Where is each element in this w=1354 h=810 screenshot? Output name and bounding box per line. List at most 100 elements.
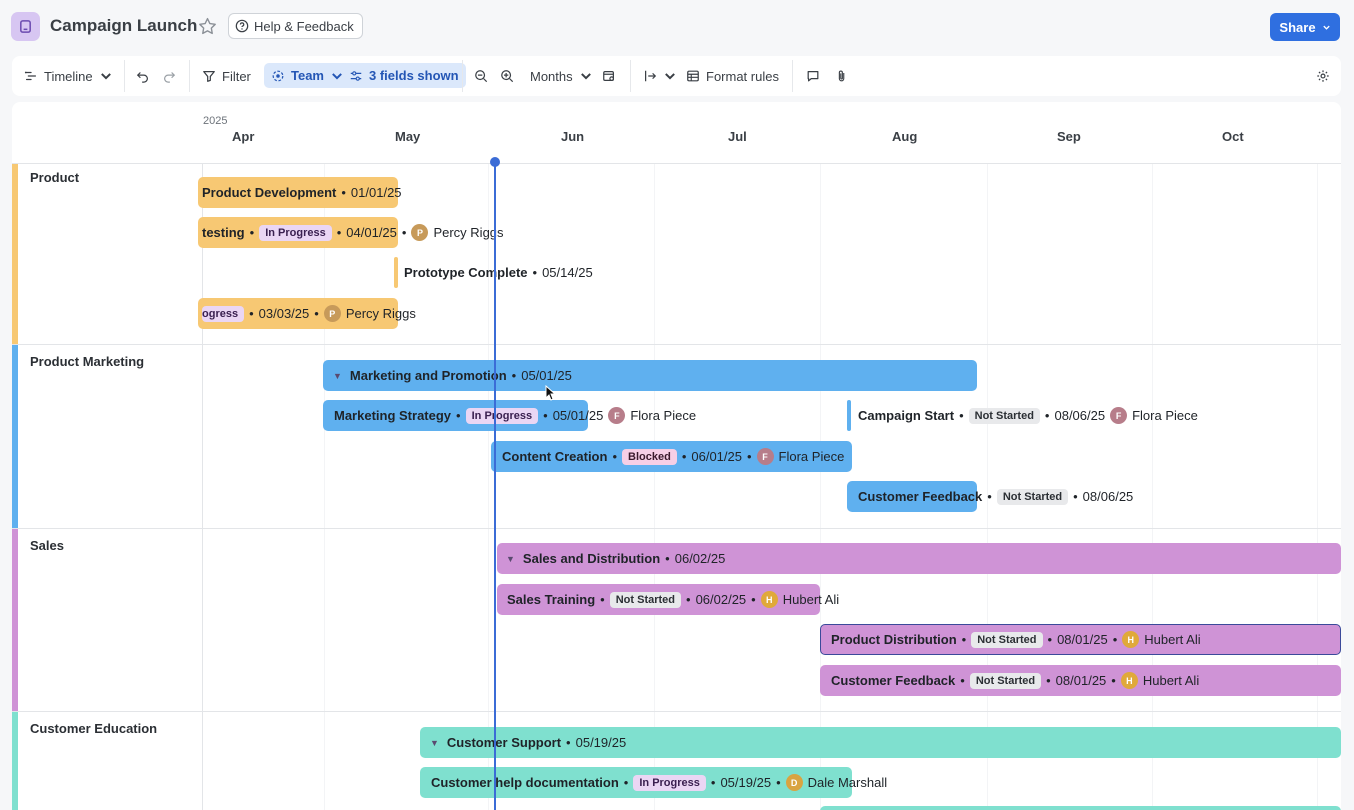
bullet: • xyxy=(959,408,964,423)
timeline-panel: 2025 Apr May Jun Jul Aug Sep Oct Product… xyxy=(12,102,1341,810)
share-button[interactable]: Share xyxy=(1270,13,1340,41)
group-by-button[interactable]: Team xyxy=(264,63,351,88)
grid-line xyxy=(1317,163,1318,810)
bullet: • xyxy=(665,551,670,566)
toolbar: Timeline Filter Team 3 fields shown Mont… xyxy=(12,56,1341,96)
divider xyxy=(189,60,190,92)
comments-button[interactable] xyxy=(806,56,820,96)
format-rules-button[interactable]: Format rules xyxy=(686,56,779,96)
collapse-caret-icon[interactable]: ▼ xyxy=(333,371,342,381)
milestone-bar[interactable] xyxy=(847,400,851,431)
arrow-right-bar-icon xyxy=(645,70,657,82)
bullet: • xyxy=(961,632,967,647)
bullet: • xyxy=(681,449,687,464)
task-date: 06/01/25 xyxy=(691,449,742,464)
dependencies-button[interactable] xyxy=(643,56,677,96)
group-color-bar xyxy=(12,712,18,810)
zoom-in-button[interactable] xyxy=(500,56,514,96)
page-title: Campaign Launch xyxy=(50,16,198,35)
task-date: 08/01/25 xyxy=(1057,632,1108,647)
redo-button[interactable] xyxy=(162,56,176,96)
avatar: D xyxy=(785,774,803,791)
filter-button[interactable]: Filter xyxy=(202,56,251,96)
label-column-divider xyxy=(202,163,203,810)
bullet: • xyxy=(336,225,342,240)
bullet: • xyxy=(341,185,346,200)
status-badge: Blocked xyxy=(622,448,677,465)
group-label-product: Product xyxy=(30,170,80,185)
task-date: 06/02/25 xyxy=(695,592,747,607)
bullet: • xyxy=(960,673,965,688)
task-owner: Hubert Ali xyxy=(1142,673,1200,688)
zoom-out-icon xyxy=(475,70,488,83)
task-bar[interactable] xyxy=(820,806,1341,810)
time-scale-select[interactable]: Months xyxy=(530,56,593,96)
mouse-cursor-icon xyxy=(545,385,557,401)
today-marker-handle[interactable] xyxy=(490,157,500,167)
task-name: Sales and Distribution xyxy=(522,551,661,566)
chevron-down-icon xyxy=(100,73,111,80)
comment-icon xyxy=(807,71,819,82)
star-icon[interactable] xyxy=(197,16,218,37)
chevron-down-icon xyxy=(665,73,675,80)
view-label: Timeline xyxy=(44,68,93,84)
status-badge: ogress xyxy=(202,305,245,322)
task-name: Content Creation xyxy=(502,449,608,464)
month-header: Jun xyxy=(561,129,585,144)
task-date: 05/19/25 xyxy=(720,775,772,790)
bullet: • xyxy=(543,408,548,423)
attachments-button[interactable] xyxy=(835,56,849,96)
app-header: Campaign Launch Help & Feedback Share xyxy=(0,0,1354,52)
avatar: H xyxy=(760,591,778,608)
month-header: May xyxy=(395,129,421,144)
app-icon[interactable] xyxy=(11,12,40,41)
task-row: Product Development • 01/01/25 xyxy=(202,177,402,208)
redo-icon xyxy=(164,72,176,83)
status-badge: In Progress xyxy=(633,774,706,791)
undo-button[interactable] xyxy=(136,56,150,96)
gear-icon xyxy=(1317,70,1329,82)
task-owner: Percy Riggs xyxy=(345,306,416,321)
filter-icon xyxy=(203,71,215,82)
task-date: 04/01/25 xyxy=(346,225,397,240)
filter-label: Filter xyxy=(222,68,251,84)
divider xyxy=(12,711,1341,712)
bullet: • xyxy=(401,225,407,240)
settings-button[interactable] xyxy=(1316,56,1330,96)
divider xyxy=(12,163,1341,164)
month-header: Oct xyxy=(1222,129,1244,144)
group-label-customer-education: Customer Education xyxy=(30,721,158,736)
table-icon xyxy=(687,70,699,82)
find-date-button[interactable] xyxy=(602,56,616,96)
fields-button[interactable]: 3 fields shown xyxy=(342,63,466,88)
collapse-caret-icon[interactable]: ▼ xyxy=(506,554,515,564)
chevron-down-icon xyxy=(1322,25,1330,30)
task-name: Marketing Strategy xyxy=(334,408,452,423)
task-row: Product Distribution • Not Started • 08/01… xyxy=(831,624,1201,655)
task-row: Campaign Start • Not Started • 08/06/25 F … xyxy=(858,400,1198,431)
task-date: 08/06/25 xyxy=(1082,489,1134,504)
bullet: • xyxy=(623,775,629,790)
task-name: Customer Feedback xyxy=(831,673,956,688)
status-badge: Not Started xyxy=(996,488,1069,505)
bullet: • xyxy=(1047,632,1053,647)
collapse-caret-icon[interactable]: ▼ xyxy=(430,738,439,748)
task-row: Content Creation • Blocked • 06/01/25 • F F… xyxy=(502,441,844,472)
bullet: • xyxy=(249,306,254,321)
undo-icon xyxy=(136,72,148,83)
paperclip-icon xyxy=(838,70,845,82)
divider xyxy=(12,344,1341,345)
bullet: • xyxy=(710,775,716,790)
today-marker-line[interactable] xyxy=(494,162,496,810)
task-name: Marketing and Promotion xyxy=(349,368,507,383)
task-name: Customer help documentation xyxy=(431,775,619,790)
help-feedback-button[interactable]: Help & Feedback xyxy=(228,13,363,39)
bullet: • xyxy=(249,225,255,240)
question-icon xyxy=(235,19,249,33)
task-owner: Hubert Ali xyxy=(1144,632,1201,647)
zoom-out-button[interactable] xyxy=(474,56,488,96)
task-date: 06/02/25 xyxy=(674,551,726,566)
milestone-bar[interactable] xyxy=(394,257,398,288)
view-switcher[interactable]: Timeline xyxy=(24,56,113,96)
task-name: Campaign Start xyxy=(858,408,955,423)
